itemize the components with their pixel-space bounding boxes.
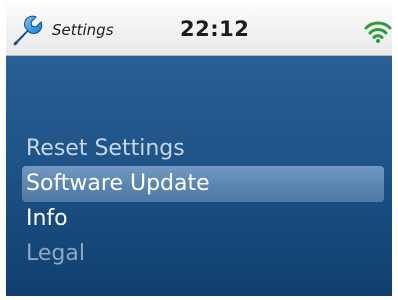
menu-item-info[interactable]: Info [6,201,386,237]
menu-item-software-update[interactable]: Software Update [22,166,384,202]
device-screen: Settings 22:12 Reset Settings Software U… [6,4,392,296]
wrench-icon [13,15,43,46]
wifi-icon [364,21,392,43]
status-bar: Settings 22:12 [6,4,392,56]
menu-item-legal[interactable]: Legal [6,236,386,272]
app-title: Settings [52,21,114,39]
settings-menu: Reset Settings Software Update Info Lega… [6,56,392,296]
menu-item-reset-settings[interactable]: Reset Settings [6,131,386,167]
settings-screen: Reset Settings Software Update Info Lega… [6,56,392,296]
clock: 22:12 [180,17,250,41]
